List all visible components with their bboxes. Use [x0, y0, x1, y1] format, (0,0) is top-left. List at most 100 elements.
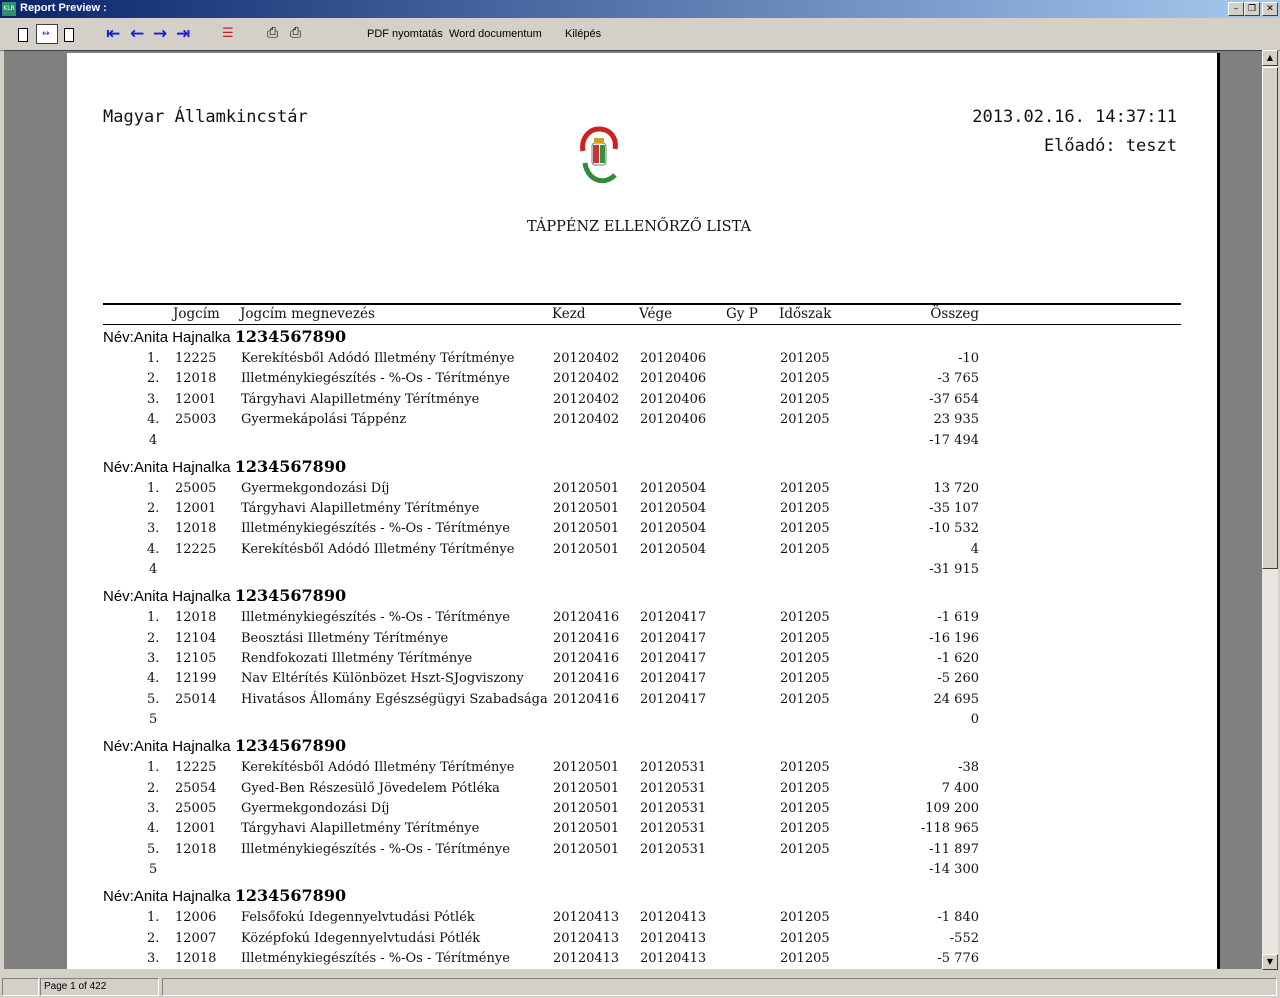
amount: -10 [958, 351, 979, 366]
page-indicator: Page 1 of 422 [40, 978, 159, 996]
start-date: 20120501 [553, 521, 620, 537]
jogcim-code: 25005 [175, 480, 217, 496]
report-title: TÁPPÉNZ ELLENŐRZŐ LISTA [527, 219, 751, 235]
jogcim-code: 12018 [175, 841, 217, 857]
amount: 13 720 [933, 480, 980, 496]
row-number: 2. [147, 930, 160, 946]
employee-id: 1234567890 [234, 586, 347, 606]
start-date: 20120402 [553, 412, 620, 428]
period: 201205 [780, 541, 830, 557]
toolbar: ↔ ⇤ ← → ⇥ ☰ ⎙ ⎙ PDF nyomtatás Word docum… [0, 18, 1280, 51]
jogcim-name: Gyed-Ben Részesülő Jövedelem Pótléka [241, 780, 500, 796]
jogcim-name: Középfokú Idegennyelvtudási Pótlék [241, 930, 481, 946]
end-date: 20120417 [640, 691, 707, 707]
first-page-icon[interactable]: ⇤ [106, 25, 120, 43]
app-icon: KLR [2, 2, 16, 16]
start-date: 20120416 [553, 610, 620, 626]
start-date: 20120501 [553, 780, 620, 796]
jogcim-name: Gyermekgondozási Díj [241, 801, 390, 816]
jogcim-name: Nav Eltérítés Különbözet Hszt-SJogviszon… [241, 671, 524, 687]
amount: -1 840 [937, 910, 979, 926]
previous-page-icon[interactable]: ← [130, 25, 144, 43]
header-rule-top [103, 303, 1181, 305]
jogcim-code: 12104 [175, 630, 217, 646]
period: 201205 [780, 501, 830, 516]
amount: -5 260 [937, 671, 979, 687]
row-number: 3. [147, 801, 160, 816]
start-date: 20120402 [553, 391, 620, 407]
period: 201205 [780, 351, 830, 366]
jogcim-name: Tárgyhavi Alapilletmény Térítménye [241, 821, 480, 837]
group-total: -17 494 [929, 432, 979, 448]
period: 201205 [780, 760, 830, 776]
close-button[interactable]: ✕ [1262, 2, 1278, 16]
end-date: 20120406 [640, 412, 707, 428]
full-page-icon[interactable] [64, 28, 74, 42]
start-date: 20120501 [553, 541, 620, 557]
start-date: 20120402 [553, 371, 620, 387]
amount: 7 400 [941, 780, 979, 796]
period: 201205 [780, 371, 830, 387]
row-number: 5. [147, 691, 160, 707]
preview-area[interactable]: Magyar Államkincstár 2013.02.16. 14:37:1… [4, 50, 1262, 969]
jogcim-code: 12105 [175, 651, 217, 666]
scroll-thumb[interactable] [1262, 67, 1278, 569]
scroll-up-icon[interactable]: ▲ [1262, 50, 1278, 66]
jogcim-name: Gyermekgondozási Díj [241, 480, 390, 496]
employee-name: Anita Hajnalka [133, 888, 231, 906]
scroll-down-icon[interactable]: ▼ [1262, 954, 1278, 970]
page-width-icon[interactable]: ↔ [36, 24, 58, 44]
amount: -3 765 [937, 371, 979, 387]
col-gyp-header: Gy P [726, 306, 758, 322]
jogcim-code: 12225 [175, 541, 217, 557]
restore-button[interactable]: ❐ [1244, 2, 1260, 16]
report-datetime: 2013.02.16. 14:37:11 [972, 107, 1177, 127]
single-page-icon[interactable] [18, 28, 28, 42]
jogcim-name: Illetménykiegészítés - %-Os - Térítménye [241, 841, 510, 857]
jogcim-name: Hivatásos Állomány Egészségügyi Szabadsá… [241, 691, 548, 707]
minimize-button[interactable]: – [1228, 2, 1244, 16]
print-icon[interactable]: ⎙ [290, 25, 301, 43]
amount: -35 107 [929, 501, 979, 516]
start-date: 20120416 [553, 651, 620, 666]
row-number: 4. [147, 412, 160, 428]
end-date: 20120417 [640, 610, 707, 626]
status-bar: Page 1 of 422 [0, 976, 1280, 998]
exit-button[interactable]: Kilépés [565, 28, 601, 40]
start-date: 20120402 [553, 351, 620, 366]
start-date: 20120501 [553, 821, 620, 837]
end-date: 20120406 [640, 371, 707, 387]
last-page-icon[interactable]: ⇥ [176, 25, 190, 43]
row-number: 2. [147, 780, 160, 796]
printer-setup-icon[interactable]: ⎙ [267, 25, 278, 43]
goto-page-icon[interactable]: ☰ [222, 26, 234, 44]
row-number: 1. [147, 480, 160, 496]
period: 201205 [780, 521, 830, 537]
start-date: 20120501 [553, 841, 620, 857]
period: 201205 [780, 841, 830, 857]
group-row-count: 4 [149, 562, 158, 578]
name-prefix: Név: [103, 888, 134, 906]
next-page-icon[interactable]: → [153, 25, 167, 43]
employee-id: 1234567890 [234, 327, 347, 346]
amount: -11 897 [929, 841, 979, 857]
end-date: 20120531 [640, 821, 707, 837]
pdf-print-button[interactable]: PDF nyomtatás [367, 28, 443, 40]
title-bar: KLR Report Preview : – ❐ ✕ [0, 0, 1280, 18]
start-date: 20120416 [553, 630, 620, 646]
end-date: 20120413 [640, 951, 707, 966]
jogcim-code: 12007 [175, 930, 217, 946]
amount: -37 654 [929, 391, 979, 407]
amount: -1 620 [937, 651, 979, 666]
start-date: 20120416 [553, 691, 620, 707]
employee-name-heading: Név:Anita Hajnalka 1234567890 [103, 457, 346, 476]
end-date: 20120417 [640, 671, 707, 687]
coat-of-arms-icon [580, 126, 618, 184]
period: 201205 [780, 480, 830, 496]
jogcim-code: 12018 [175, 371, 217, 387]
vertical-scrollbar[interactable]: ▲ ▼ [1262, 50, 1278, 970]
employee-name-heading: Név:Anita Hajnalka 1234567890 [103, 736, 346, 755]
period: 201205 [780, 391, 830, 407]
amount: 23 935 [933, 412, 980, 428]
word-document-button[interactable]: Word documentum [449, 28, 542, 40]
